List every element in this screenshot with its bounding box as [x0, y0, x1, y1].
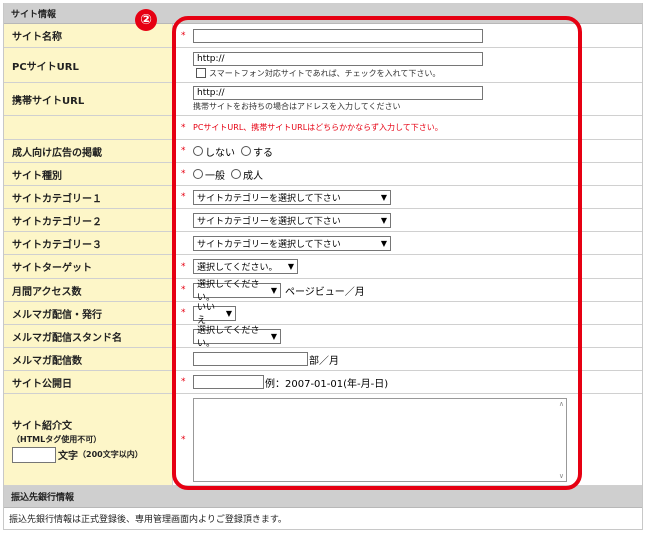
label-target: サイトターゲット — [4, 255, 173, 278]
site-name-input[interactable] — [193, 28, 483, 43]
row-category2: サイトカテゴリー２ サイトカテゴリーを選択して下さい ▼ — [4, 209, 642, 232]
pc-url-input[interactable]: http:// — [193, 51, 483, 66]
label-category1: サイトカテゴリー１ — [4, 186, 173, 208]
category1-select[interactable]: サイトカテゴリーを選択して下さい ▼ — [193, 189, 391, 205]
chevron-down-icon: ▼ — [380, 238, 387, 248]
intro-textarea[interactable]: ∧ ∨ — [193, 397, 567, 482]
category3-selected: サイトカテゴリーを選択して下さい — [197, 239, 341, 250]
char-count-limit: （200文字以内） — [78, 450, 143, 459]
label-empty — [4, 116, 173, 139]
row-site-type: サイト種別 * 一般 成人 — [4, 163, 642, 186]
scroll-down-icon[interactable]: ∨ — [559, 472, 564, 480]
required-mark: * — [181, 308, 186, 318]
smartphone-checkbox-label: スマートフォン対応サイトであれば、チェックを入れて下さい。 — [209, 68, 441, 78]
step-number-badge: ② — [135, 9, 157, 31]
required-mark: * — [181, 261, 186, 272]
row-mailmag: メルマガ配信・発行 * いいえ ▼ — [4, 302, 642, 326]
row-monthly-access: 月間アクセス数 * 選択してください。 ▼ ページビュー／月 — [4, 279, 642, 303]
row-category1: サイトカテゴリー１ * サイトカテゴリーを選択して下さい ▼ — [4, 186, 642, 209]
radio-type-general[interactable] — [193, 169, 203, 179]
smartphone-checkbox[interactable] — [196, 68, 206, 78]
char-count-field — [12, 446, 56, 463]
label-category3: サイトカテゴリー３ — [4, 232, 173, 254]
label-publish-date: サイト公開日 — [4, 371, 173, 393]
row-publish-date: サイト公開日 * 例：2007-01-01(年-月-日) — [4, 371, 642, 394]
section-header-site-info: サイト情報 — [4, 3, 642, 24]
radio-adult-no-label: しない — [205, 147, 235, 159]
radio-adult-yes[interactable] — [241, 146, 251, 156]
chevron-down-icon: ▼ — [287, 262, 294, 271]
mailmag-select[interactable]: いいえ ▼ — [193, 303, 236, 326]
label-pc-url: PCサイトURL — [4, 48, 173, 82]
registration-form: サイト情報 サイト名称 * PCサイトURL http:// スマートフォン対応… — [3, 3, 643, 530]
label-mailmag: メルマガ配信・発行 — [4, 302, 173, 324]
publish-date-example: 例：2007-01-01(年-月-日) — [265, 378, 389, 390]
radio-adult-yes-label: する — [253, 147, 273, 159]
monthly-access-select[interactable]: 選択してください。 ▼ — [193, 280, 281, 303]
row-site-name: サイト名称 * — [4, 24, 642, 48]
required-mark: * — [181, 285, 186, 295]
label-intro-block: サイト紹介文 （HTMLタグ使用不可） 文字 （200文字以内） — [4, 394, 173, 485]
target-select[interactable]: 選択してください。 ▼ — [193, 259, 298, 274]
radio-type-adult[interactable] — [231, 169, 241, 179]
chevron-down-icon: ▼ — [380, 215, 387, 225]
publish-date-input[interactable] — [193, 375, 264, 389]
mailmag-count-suffix: 部／月 — [309, 355, 339, 367]
char-count-suffix: 文字 — [58, 451, 78, 462]
required-mark: * — [181, 434, 186, 445]
category2-select[interactable]: サイトカテゴリーを選択して下さい ▼ — [193, 212, 391, 228]
radio-adult-no[interactable] — [193, 146, 203, 156]
monthly-access-suffix: ページビュー／月 — [285, 286, 365, 298]
category1-selected: サイトカテゴリーを選択して下さい — [197, 193, 341, 204]
required-mark: * — [181, 377, 186, 387]
required-mark: * — [181, 30, 186, 41]
radio-type-general-label: 一般 — [205, 170, 225, 182]
row-mobile-url: 携帯サイトURL http:// 携帯サイトをお持ちの場合はアドレスを入力してく… — [4, 83, 642, 116]
row-target: サイトターゲット * 選択してください。 ▼ — [4, 255, 642, 279]
required-mark: * — [181, 146, 186, 156]
row-category3: サイトカテゴリー３ サイトカテゴリーを選択して下さい ▼ — [4, 232, 642, 255]
category2-selected: サイトカテゴリーを選択して下さい — [197, 216, 341, 227]
row-url-warning: * PCサイトURL、携帯サイトURLはどちらかかならず入力して下さい。 — [4, 116, 642, 140]
mobile-url-input[interactable]: http:// — [193, 86, 483, 100]
required-mark: * — [181, 192, 186, 202]
label-site-type: サイト種別 — [4, 163, 173, 185]
category3-select[interactable]: サイトカテゴリーを選択して下さい ▼ — [193, 235, 391, 251]
chevron-down-icon: ▼ — [270, 331, 277, 341]
row-adult-ads: 成人向け広告の掲載 * しない する — [4, 140, 642, 163]
radio-type-adult-label: 成人 — [243, 170, 263, 182]
row-mailmag-stand: メルマガ配信スタンド名 選択してください。 ▼ — [4, 325, 642, 349]
mailmag-count-input[interactable] — [193, 352, 308, 366]
chevron-down-icon: ▼ — [225, 308, 232, 318]
target-selected: 選択してください。 — [197, 263, 278, 273]
label-category2: サイトカテゴリー２ — [4, 209, 173, 231]
row-intro: サイト紹介文 （HTMLタグ使用不可） 文字 （200文字以内） * ∧ ∨ — [4, 394, 642, 486]
label-mailmag-stand: メルマガ配信スタンド名 — [4, 325, 173, 347]
chevron-down-icon: ▼ — [380, 192, 387, 202]
section-header-bank-info: 振込先銀行情報 — [4, 486, 642, 508]
chevron-down-icon: ▼ — [270, 285, 277, 295]
required-mark: * — [181, 122, 186, 133]
bank-info-note: 振込先銀行情報は正式登録後、専用管理画面内よりご登録頂きます。 — [4, 508, 642, 530]
label-monthly-access: 月間アクセス数 — [4, 279, 173, 301]
required-mark: * — [181, 169, 186, 179]
bank-note-text: 振込先銀行情報は正式登録後、専用管理画面内よりご登録頂きます。 — [9, 515, 287, 525]
row-pc-url: PCサイトURL http:// スマートフォン対応サイトであれば、チェックを入… — [4, 48, 642, 83]
section-title: サイト情報 — [11, 9, 57, 20]
label-mobile-url: 携帯サイトURL — [4, 83, 173, 115]
mailmag-stand-select[interactable]: 選択してください。 ▼ — [193, 326, 281, 349]
scroll-up-icon[interactable]: ∧ — [559, 400, 564, 408]
mailmag-stand-selected: 選択してください。 — [197, 326, 260, 349]
label-intro-sub: （HTMLタグ使用不可） — [12, 434, 102, 444]
label-adult-ads: 成人向け広告の掲載 — [4, 140, 173, 162]
smartphone-checkbox-row: スマートフォン対応サイトであれば、チェックを入れて下さい。 — [196, 68, 440, 79]
url-warning-text: PCサイトURL、携帯サイトURLはどちらかかならず入力して下さい。 — [193, 123, 443, 132]
section-title: 振込先銀行情報 — [11, 493, 75, 503]
row-mailmag-count: メルマガ配信数 部／月 — [4, 348, 642, 371]
mobile-url-note: 携帯サイトをお持ちの場合はアドレスを入力してください — [193, 102, 401, 111]
label-mailmag-count: メルマガ配信数 — [4, 348, 173, 370]
label-intro: サイト紹介文 — [12, 420, 72, 432]
